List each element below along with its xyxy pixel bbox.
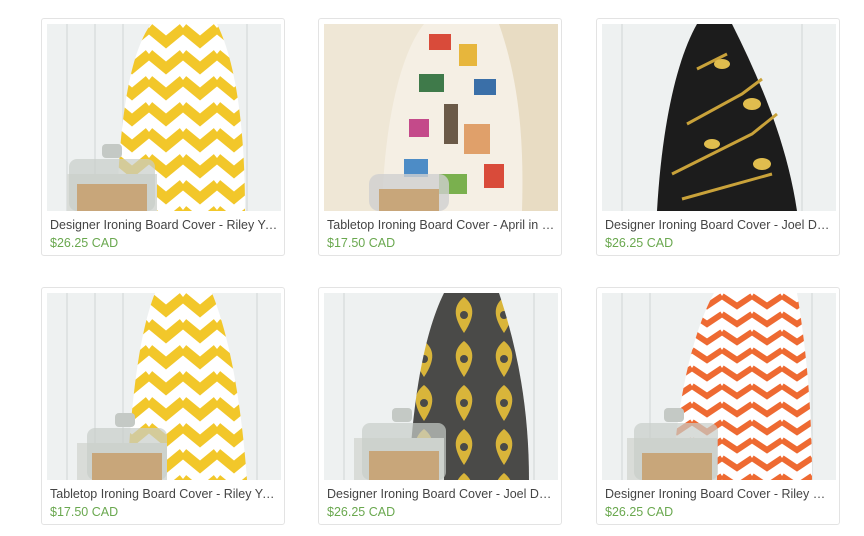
product-price: $26.25 CAD [605, 505, 674, 519]
product-grid: Designer Ironing Board Cover - Riley Yel… [0, 0, 864, 536]
product-title[interactable]: Designer Ironing Board Cover - Joel Dewb… [605, 218, 833, 232]
product-title[interactable]: Designer Ironing Board Cover - Riley Ora… [605, 487, 833, 501]
product-price: $26.25 CAD [605, 236, 674, 250]
product-price: $17.50 CAD [50, 505, 119, 519]
product-price: $26.25 CAD [327, 505, 396, 519]
product-card[interactable]: Tabletop Ironing Board Cover - Riley Yel… [41, 287, 285, 525]
product-image[interactable] [47, 293, 281, 480]
product-title[interactable]: Designer Ironing Board Cover - Riley Yel… [50, 218, 278, 232]
product-card[interactable]: Designer Ironing Board Cover - Riley Ora… [596, 287, 840, 525]
product-card[interactable]: Designer Ironing Board Cover - Joel Dewb… [318, 287, 562, 525]
product-title[interactable]: Tabletop Ironing Board Cover - April in … [327, 218, 555, 232]
product-title[interactable]: Tabletop Ironing Board Cover - Riley Yel… [50, 487, 278, 501]
product-image[interactable] [47, 24, 281, 211]
product-card[interactable]: Designer Ironing Board Cover - Joel Dewb… [596, 18, 840, 256]
product-image[interactable] [602, 293, 836, 480]
product-price: $26.25 CAD [50, 236, 119, 250]
product-title[interactable]: Designer Ironing Board Cover - Joel Dewb… [327, 487, 555, 501]
product-card[interactable]: Tabletop Ironing Board Cover - April in … [318, 18, 562, 256]
product-image[interactable] [602, 24, 836, 211]
product-image[interactable] [324, 24, 558, 211]
product-image[interactable] [324, 293, 558, 480]
product-price: $17.50 CAD [327, 236, 396, 250]
product-card[interactable]: Designer Ironing Board Cover - Riley Yel… [41, 18, 285, 256]
